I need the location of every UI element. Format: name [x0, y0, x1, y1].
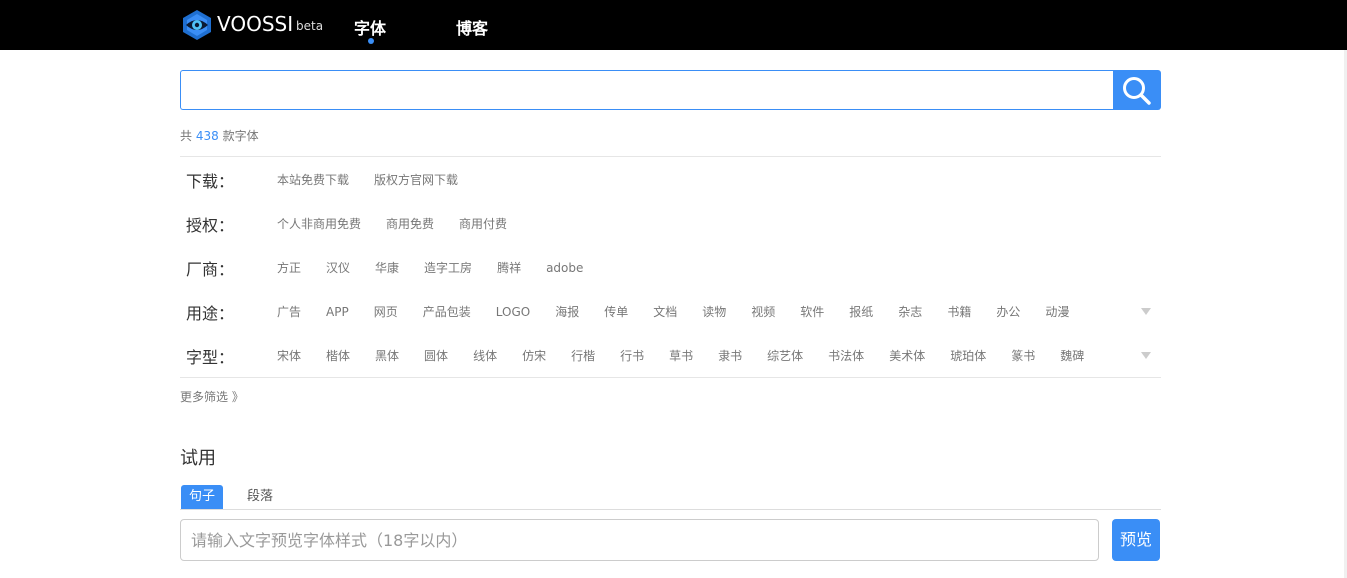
filter-option[interactable]: 腾祥 — [497, 259, 521, 276]
filter-option[interactable]: 楷体 — [326, 347, 350, 364]
expand-arrow-icon[interactable] — [1141, 352, 1151, 359]
filter-option[interactable]: 书法体 — [828, 347, 864, 364]
filter-row-download: 下载： 本站免费下载 版权方官网下载 — [180, 168, 1161, 192]
filter-option[interactable]: 行楷 — [571, 347, 595, 364]
filter-option[interactable]: 书籍 — [947, 303, 971, 320]
font-count-number: 438 — [195, 129, 219, 143]
filter-options: 宋体 楷体 黑体 圆体 线体 仿宋 行楷 行书 草书 隶书 综艺体 书法体 美术体 琥珀体 篆书 魏碑 — [277, 347, 1109, 364]
filter-label: 授权： — [186, 216, 235, 235]
nav-blog[interactable]: 博客 — [456, 15, 488, 39]
filter-option[interactable]: 个人非商用免费 — [277, 215, 361, 232]
filter-option[interactable]: 线体 — [473, 347, 497, 364]
filter-label: 厂商： — [186, 260, 235, 279]
filter-option[interactable]: 美术体 — [889, 347, 925, 364]
search-button[interactable] — [1113, 70, 1161, 110]
tab-underline — [180, 509, 1161, 510]
filter-row-license: 授权： 个人非商用免费 商用免费 商用付费 — [180, 212, 1161, 236]
filter-option[interactable]: 报纸 — [849, 303, 873, 320]
filter-option[interactable]: 本站免费下载 — [277, 171, 349, 188]
filter-option[interactable]: 隶书 — [718, 347, 742, 364]
divider — [180, 156, 1161, 157]
filter-option[interactable]: 版权方官网下载 — [374, 171, 458, 188]
filter-option[interactable]: 产品包装 — [423, 303, 471, 320]
filter-option[interactable]: 行书 — [620, 347, 644, 364]
expand-arrow-icon[interactable] — [1141, 308, 1151, 315]
filter-option[interactable]: adobe — [546, 261, 583, 275]
top-navbar: VOOSSI beta 字体 博客 — [0, 0, 1347, 50]
filter-option[interactable]: 杂志 — [898, 303, 922, 320]
filter-option[interactable]: 办公 — [996, 303, 1020, 320]
brand-name[interactable]: VOOSSI — [217, 12, 293, 36]
filter-option[interactable]: 汉仪 — [326, 259, 350, 276]
filter-option[interactable]: 商用付费 — [459, 215, 507, 232]
filter-options: 广告 APP 网页 产品包装 LOGO 海报 传单 文档 读物 视频 软件 报纸 杂志 书籍 办公 动漫 — [277, 303, 1094, 320]
filter-option[interactable]: 草书 — [669, 347, 693, 364]
filter-label: 字型： — [186, 348, 235, 367]
filter-label: 用途： — [186, 304, 235, 323]
active-nav-indicator — [368, 38, 374, 44]
filter-options: 本站免费下载 版权方官网下载 — [277, 171, 483, 188]
filter-row-vendor: 厂商： 方正 汉仪 华康 造字工房 腾祥 adobe — [180, 256, 1161, 280]
filter-option[interactable]: 篆书 — [1011, 347, 1035, 364]
filter-option[interactable]: 商用免费 — [386, 215, 434, 232]
filter-label: 下载： — [186, 172, 235, 191]
preview-text-input[interactable] — [180, 519, 1099, 561]
filter-option[interactable]: 文档 — [653, 303, 677, 320]
beta-badge: beta — [296, 19, 324, 33]
filter-option[interactable]: 仿宋 — [522, 347, 546, 364]
search-icon — [1123, 77, 1151, 105]
font-count-suffix: 款字体 — [222, 129, 259, 143]
filter-option[interactable]: 海报 — [555, 303, 579, 320]
filter-option[interactable]: 方正 — [277, 259, 301, 276]
filter-option[interactable]: 传单 — [604, 303, 628, 320]
filter-option[interactable]: 读物 — [702, 303, 726, 320]
filter-options: 个人非商用免费 商用免费 商用付费 — [277, 215, 532, 232]
tab-sentence[interactable]: 句子 — [181, 485, 223, 509]
tab-paragraph[interactable]: 段落 — [240, 485, 280, 509]
filter-option[interactable]: 圆体 — [424, 347, 448, 364]
filter-option[interactable]: 综艺体 — [767, 347, 803, 364]
nav-fonts[interactable]: 字体 — [354, 15, 386, 39]
filter-row-style: 字型： 宋体 楷体 黑体 圆体 线体 仿宋 行楷 行书 草书 隶书 综艺体 书法体 美术体 琥珀体 篆书 魏碑 — [180, 344, 1161, 368]
filter-row-usage: 用途： 广告 APP 网页 产品包装 LOGO 海报 传单 文档 读物 视频 软件 报纸 杂志 书籍 办公 动… — [180, 300, 1161, 324]
filter-option[interactable]: 宋体 — [277, 347, 301, 364]
filter-option[interactable]: 软件 — [800, 303, 824, 320]
font-count-prefix: 共 — [180, 129, 193, 143]
filter-option[interactable]: 黑体 — [375, 347, 399, 364]
font-search-input[interactable] — [180, 70, 1114, 110]
voossi-logo-icon[interactable] — [181, 9, 213, 41]
more-filters-link[interactable]: 更多筛选 》 — [180, 388, 244, 405]
filter-option[interactable]: APP — [326, 305, 349, 319]
filter-option[interactable]: LOGO — [496, 305, 530, 319]
filter-option[interactable]: 动漫 — [1045, 303, 1069, 320]
divider — [180, 377, 1161, 378]
filter-option[interactable]: 华康 — [375, 259, 399, 276]
filter-options: 方正 汉仪 华康 造字工房 腾祥 adobe — [277, 259, 608, 276]
filter-option[interactable]: 造字工房 — [424, 259, 472, 276]
filter-option[interactable]: 魏碑 — [1060, 347, 1084, 364]
filter-option[interactable]: 广告 — [277, 303, 301, 320]
font-count: 共 438 款字体 — [180, 127, 259, 144]
filter-option[interactable]: 视频 — [751, 303, 775, 320]
filter-option[interactable]: 网页 — [374, 303, 398, 320]
preview-button[interactable]: 预览 — [1112, 519, 1160, 561]
filter-option[interactable]: 琥珀体 — [950, 347, 986, 364]
trial-section-title: 试用 — [180, 448, 216, 469]
